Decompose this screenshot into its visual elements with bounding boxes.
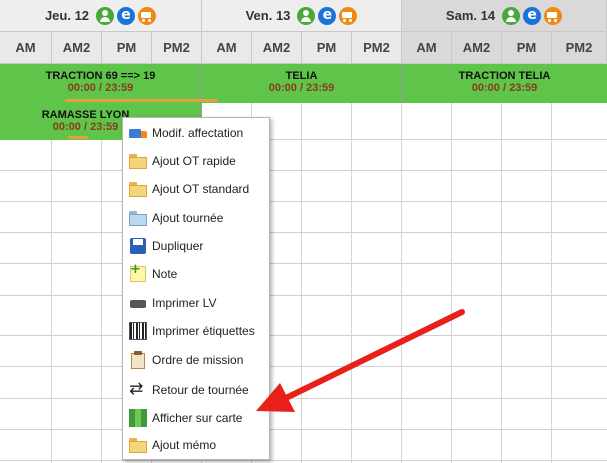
- annotation-arrow-shaft: [283, 309, 465, 401]
- annotation-arrow: [256, 309, 465, 412]
